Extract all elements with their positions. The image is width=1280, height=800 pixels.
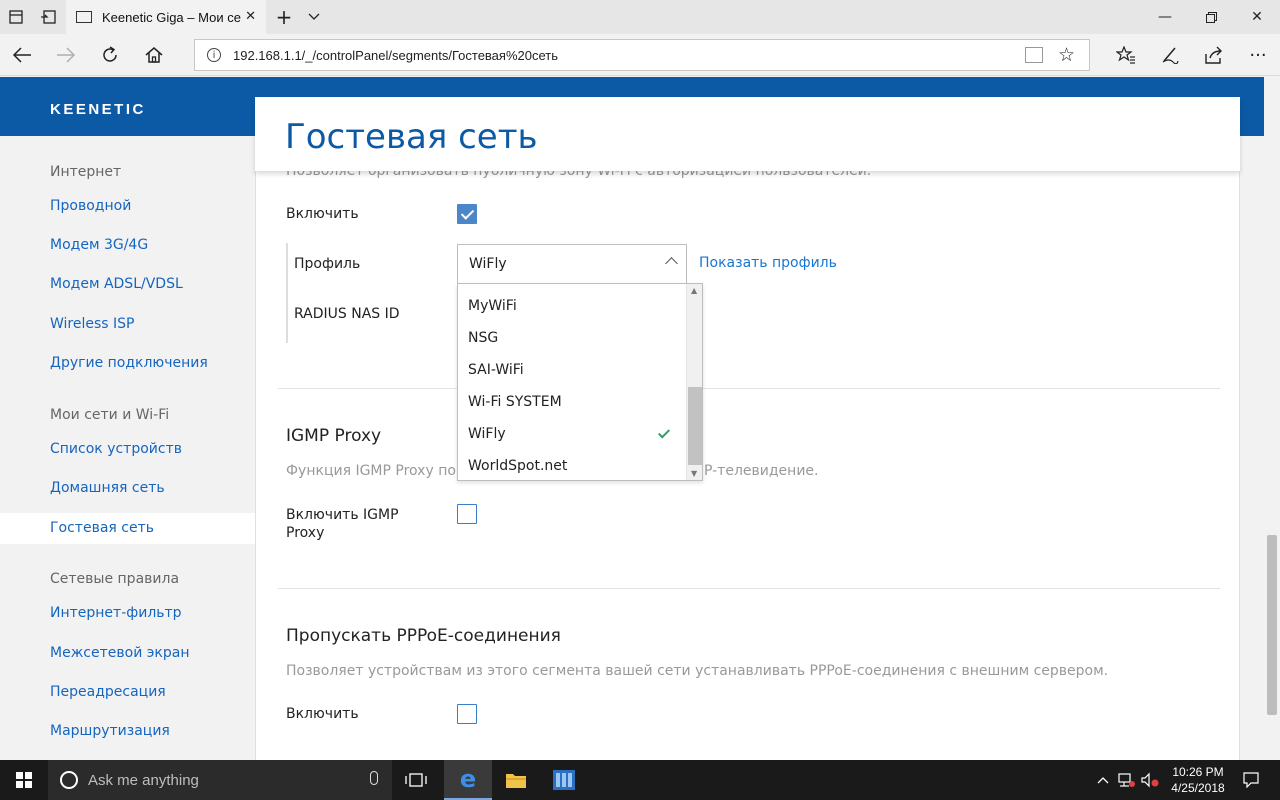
profile-select-value: WiFly [469,256,507,272]
scroll-up-icon[interactable]: ▲ [691,286,697,295]
cortana-search-box[interactable]: Ask me anything [48,760,392,800]
profile-option[interactable]: MyWiFi [468,298,517,314]
pppoe-section-title: Пропускать PPPoE-соединения [286,626,561,646]
volume-muted-icon[interactable] [1138,760,1162,800]
pinned-app-icon[interactable] [540,760,588,800]
close-tab-icon[interactable]: ✕ [245,9,256,24]
sidebar-item-wired[interactable]: Проводной [50,198,131,214]
page-favicon-icon [76,11,92,23]
sidebar-item-firewall[interactable]: Межсетевой экран [50,645,190,661]
section-divider [278,388,1220,389]
sidebar-item-guest-network[interactable]: Гостевая сеть [50,520,154,536]
sidebar-item-home-network[interactable]: Домашняя сеть [50,480,165,496]
url-text: 192.168.1.1/_/controlPanel/segments/Гост… [233,47,558,63]
pppoe-enable-checkbox[interactable] [457,704,477,724]
reading-view-icon[interactable] [1025,47,1043,63]
address-bar: i 192.168.1.1/_/controlPanel/segments/Го… [0,34,1280,76]
tab-active[interactable]: Keenetic Giga – Мои се ✕ [66,0,266,34]
new-tab-icon[interactable]: + [268,0,300,34]
chevron-down-icon[interactable] [298,0,330,34]
radius-nas-id-label: RADIUS NAS ID [294,306,400,322]
close-window-icon[interactable]: ✕ [1234,0,1280,34]
profile-group-line [286,243,288,343]
content-panel: Позволяет организовать публичную зону Wi… [255,97,1240,760]
sidebar-nav: Интернет Проводной Модем 3G/4G Модем ADS… [0,136,255,760]
share-icon[interactable] [1192,34,1236,76]
file-explorer-icon[interactable] [492,760,540,800]
igmp-section-title: IGMP Proxy [286,426,382,446]
favorite-star-icon[interactable]: ☆ [1058,44,1075,66]
show-profile-link[interactable]: Показать профиль [699,255,837,271]
dropdown-scrollbar[interactable]: ▲ ▼ [686,284,702,480]
forward-icon[interactable] [44,34,88,76]
site-info-icon[interactable]: i [207,48,221,62]
tab-title: Keenetic Giga – Мои се [102,9,241,25]
profile-option-selected[interactable]: WiFly [468,426,506,442]
chevron-up-icon [665,257,678,270]
profile-select[interactable]: WiFly [457,244,687,284]
browser-tab-bar: Keenetic Giga – Мои се ✕ + — ✕ [0,0,1280,34]
sidebar-item-modem-adsl[interactable]: Модем ADSL/VDSL [50,276,183,292]
sidebar-item-modem-3g4g[interactable]: Модем 3G/4G [50,237,148,253]
keenetic-logo[interactable]: KEENETIC [50,101,146,118]
sidebar-item-wireless-isp[interactable]: Wireless ISP [50,316,135,332]
clock-time: 10:26 PM [1172,765,1224,779]
microphone-icon[interactable] [370,771,378,785]
favorites-hub-icon[interactable] [1104,34,1148,76]
profile-option[interactable]: WorldSpot.net [468,458,567,474]
hotspot-enable-label: Включить [286,206,359,222]
router-web-ui: KEENETIC Интернет Проводной Модем 3G/4G … [0,77,1264,760]
home-icon[interactable] [132,34,176,76]
refresh-icon[interactable] [88,34,132,76]
sidebar-item-routing[interactable]: Маршрутизация [50,723,170,739]
sidebar-heading-network-rules: Сетевые правила [50,571,180,587]
windows-logo-icon [16,772,32,788]
profile-option[interactable]: Wi-Fi SYSTEM [468,394,562,410]
sidebar-item-other-connections[interactable]: Другие подключения [50,355,208,371]
profile-option[interactable]: NSG [468,330,498,346]
back-icon[interactable] [0,34,44,76]
pppoe-enable-label: Включить [286,706,359,722]
minimize-icon[interactable]: — [1142,0,1188,34]
more-menu-icon[interactable]: ··· [1236,34,1280,76]
set-aside-tabs-icon[interactable] [32,0,64,34]
page-scroll-thumb[interactable] [1267,535,1277,715]
selected-check-icon [657,426,671,439]
sidebar-item-port-forwarding[interactable]: Переадресация [50,684,166,700]
sidebar-item-device-list[interactable]: Список устройств [50,441,182,457]
network-icon[interactable] [1114,760,1138,800]
igmp-enable-label: Включить IGMP Proxy [286,507,399,541]
igmp-enable-checkbox[interactable] [457,504,477,524]
igmp-description-end: P-телевидение. [704,463,819,479]
hotspot-enable-checkbox[interactable] [457,204,477,224]
show-hidden-icons-chevron-icon[interactable] [1092,760,1114,800]
restore-icon[interactable] [1188,0,1234,34]
scroll-down-icon[interactable]: ▼ [691,469,697,478]
task-view-icon[interactable] [392,760,440,800]
start-button[interactable] [0,760,48,800]
action-center-icon[interactable] [1236,760,1266,800]
page-title: Гостевая сеть [285,117,538,157]
system-clock[interactable]: 10:26 PM 4/25/2018 [1160,764,1236,796]
tab-preview-icon[interactable] [0,0,32,34]
igmp-description-start: Функция IGMP Proxy по [286,463,456,479]
edge-browser-icon[interactable]: e [444,760,492,800]
sidebar-heading-networks: Мои сети и Wi-Fi [50,407,170,423]
pppoe-description: Позволяет устройствам из этого сегмента … [286,663,1109,679]
cortana-icon [60,771,78,789]
web-note-pen-icon[interactable] [1148,34,1192,76]
clock-date: 4/25/2018 [1171,781,1225,795]
profile-label: Профиль [294,256,361,272]
sidebar-heading-internet: Интернет [50,164,122,180]
url-field[interactable]: i 192.168.1.1/_/controlPanel/segments/Го… [194,39,1090,71]
profile-dropdown-list: MyWiFi NSG SAI-WiFi Wi-Fi SYSTEM WiFly W… [457,283,703,481]
search-placeholder: Ask me anything [88,771,199,789]
sidebar-item-internet-filter[interactable]: Интернет-фильтр [50,605,182,621]
section-divider [278,588,1220,589]
windows-taskbar: Ask me anything e 10:26 PM 4/25/2018 [0,760,1280,800]
profile-option[interactable]: SAI-WiFi [468,362,524,378]
page-header: Гостевая сеть [255,97,1240,171]
dropdown-scroll-thumb[interactable] [688,387,702,465]
page-scrollbar[interactable] [1264,77,1280,760]
